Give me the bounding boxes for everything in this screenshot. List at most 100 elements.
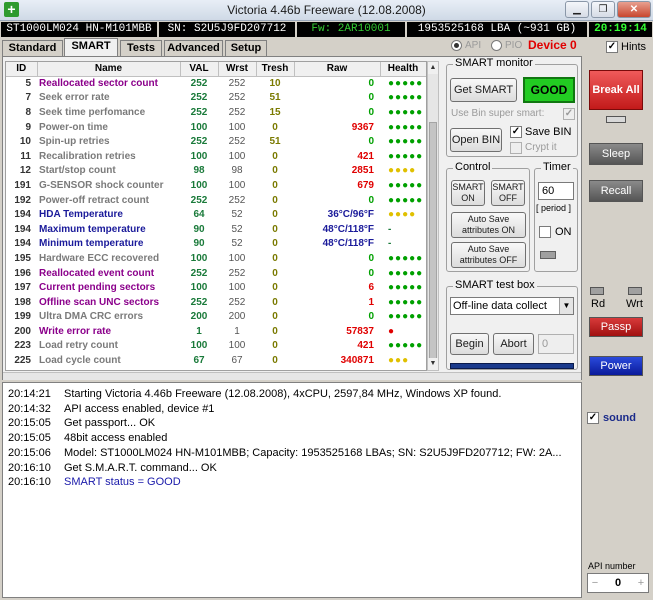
column-header-health[interactable]: Health [380, 62, 426, 77]
table-vertical-scrollbar[interactable]: ▲ ▼ [427, 61, 439, 371]
break-all-button[interactable]: Break All [589, 70, 643, 110]
sleep-button[interactable]: Sleep [589, 143, 643, 165]
minimize-button[interactable]: ▁ [565, 1, 589, 18]
recall-button[interactable]: Recall [589, 180, 643, 202]
log-entry: 20:15:05 48bit access enabled [8, 432, 167, 446]
open-bin-button[interactable]: Open BIN [450, 128, 502, 152]
smart-name: Power-on time [39, 121, 108, 133]
column-header-tresh[interactable]: Tresh [256, 62, 295, 77]
api-radio[interactable] [451, 40, 462, 51]
smart-off-button[interactable]: SMART OFF [491, 180, 525, 206]
smart-id: 192 [14, 194, 31, 206]
scrollbar-thumb[interactable] [429, 122, 437, 362]
table-row[interactable]: 196 Reallocated event count 252 252 0 0 ●●●●● [6, 266, 426, 281]
table-row[interactable]: 194 HDA Temperature 64 52 0 36°C/96°F ●●●● [6, 207, 426, 222]
column-header-wrst[interactable]: Wrst [218, 62, 257, 77]
table-header-row: ID Name VAL Wrst Tresh Raw Health [6, 62, 426, 77]
get-smart-button[interactable]: Get SMART [450, 78, 517, 102]
smart-raw: 0 [368, 92, 374, 104]
sound-checkbox[interactable]: ✓ [587, 412, 599, 424]
smart-worst: 100 [228, 252, 246, 264]
scroll-down-arrow-icon[interactable]: ▼ [428, 358, 438, 370]
hints-checkbox[interactable]: ✓ [606, 41, 618, 53]
smart-worst: 100 [228, 340, 246, 352]
table-row[interactable]: 200 Write error rate 1 1 0 57837 ● [6, 324, 426, 339]
log-time: 20:15:05 [8, 417, 51, 430]
table-row[interactable]: 7 Seek error rate 252 252 51 0 ●●●●● [6, 91, 426, 106]
abort-test-button[interactable]: Abort [493, 333, 534, 355]
smart-raw: 340871 [340, 355, 374, 367]
smart-val: 100 [190, 282, 208, 294]
table-row[interactable]: 194 Maximum temperature 90 52 0 48°C/118°F - [6, 222, 426, 237]
table-row[interactable]: 197 Current pending sectors 100 100 0 6 ●●●●● [6, 280, 426, 295]
minus-icon[interactable]: − [588, 574, 602, 592]
column-header-raw[interactable]: Raw [294, 62, 381, 77]
table-row[interactable]: 195 Hardware ECC recovered 100 100 0 0 ●●●●● [6, 251, 426, 266]
smart-threshold: 15 [269, 106, 281, 118]
tab-setup[interactable]: Setup [225, 40, 267, 56]
smart-name: Hardware ECC recovered [39, 252, 160, 264]
smart-name: G-SENSOR shock counter [39, 179, 164, 191]
smart-test-title: SMART test box [453, 279, 537, 291]
table-row[interactable]: 194 Minimum temperature 90 52 0 48°C/118°F - [6, 237, 426, 252]
save-bin-checkbox[interactable]: ✓ [510, 126, 522, 138]
table-row[interactable]: 223 Load retry count 100 100 0 421 ●●●●● [6, 339, 426, 354]
table-row[interactable]: 9 Power-on time 100 100 0 9367 ●●●●● [6, 120, 426, 135]
log-time: 20:16:10 [8, 461, 51, 474]
api-number-stepper[interactable]: − 0 + [587, 573, 649, 593]
smart-threshold: 0 [272, 340, 278, 352]
smart-name: Current pending sectors [39, 282, 156, 294]
table-row[interactable]: 8 Seek time perfomance 252 252 15 0 ●●●●● [6, 105, 426, 120]
timer-period-input[interactable]: 60 [538, 182, 574, 200]
smart-threshold: 0 [272, 267, 278, 279]
plus-icon[interactable]: + [634, 574, 648, 592]
table-row[interactable]: 191 G-SENSOR shock counter 100 100 0 679 ●●●●● [6, 178, 426, 193]
timer-period-label: [ period ] [536, 203, 572, 213]
log-message: Starting Victoria 4.46b Freeware (12.08.… [64, 388, 502, 400]
smart-on-button[interactable]: SMART ON [451, 180, 485, 206]
table-row[interactable]: 11 Recalibration retries 100 100 0 421 ●●●●● [6, 149, 426, 164]
read-label: Rd [591, 298, 606, 310]
test-type-select[interactable]: Off-line data collect ▼ [450, 297, 574, 315]
table-row[interactable]: 192 Power-off retract count 252 252 0 0 ●●●●● [6, 193, 426, 208]
autosave-on-button[interactable]: Auto Save attributes ON [451, 212, 526, 238]
smart-id: 12 [19, 165, 31, 177]
tab-smart[interactable]: SMART [64, 38, 118, 57]
begin-test-button[interactable]: Begin [450, 333, 489, 355]
smart-val: 252 [190, 136, 208, 148]
title-bar: + Victoria 4.46b Freeware (12.08.2008) ▁… [0, 0, 653, 21]
smart-raw: 6 [368, 282, 374, 294]
close-button[interactable]: ✕ [617, 1, 651, 18]
table-row[interactable]: 10 Spin-up retries 252 252 51 0 ●●●●● [6, 134, 426, 149]
column-header-id[interactable]: ID [6, 62, 38, 77]
chevron-down-icon[interactable]: ▼ [559, 298, 573, 314]
maximize-button[interactable]: ❐ [591, 1, 615, 18]
table-row[interactable]: 199 Ultra DMA CRC errors 200 200 0 0 ●●●●● [6, 310, 426, 325]
drive-model: ST1000LM024 HN-M101MBB [1, 22, 157, 37]
smart-name: HDA Temperature [39, 209, 123, 221]
table-row[interactable]: 5 Reallocated sector count 252 252 10 0 ●●●●● [6, 76, 426, 91]
passport-button[interactable]: Passp [589, 317, 643, 337]
table-row[interactable]: 225 Load cycle count 67 67 0 340871 ●●● [6, 353, 426, 368]
smart-worst: 52 [231, 238, 243, 250]
table-row[interactable]: 12 Start/stop count 98 98 0 2851 ●●●● [6, 164, 426, 179]
crypt-checkbox[interactable] [510, 142, 522, 154]
tab-standard[interactable]: Standard [2, 40, 63, 56]
tab-advanced[interactable]: Advanced [164, 40, 223, 56]
column-header-val[interactable]: VAL [180, 62, 219, 77]
drive-info-bar: ST1000LM024 HN-M101MBB SN: S2U5J9FD20771… [0, 21, 653, 37]
pio-radio[interactable] [491, 40, 502, 51]
smart-id: 7 [25, 92, 31, 104]
tab-tests[interactable]: Tests [120, 40, 162, 56]
table-row[interactable]: 198 Offline scan UNC sectors 252 252 0 1 ●●●●● [6, 295, 426, 310]
pio-radio-label: PIO [505, 40, 523, 51]
scroll-up-arrow-icon[interactable]: ▲ [428, 62, 438, 74]
smart-threshold: 0 [272, 355, 278, 367]
use-bin-checkbox[interactable]: ✓ [563, 108, 575, 120]
column-header-name[interactable]: Name [37, 62, 181, 77]
panel-horizontal-scrollbar[interactable] [3, 372, 581, 380]
smart-threshold: 0 [272, 194, 278, 206]
power-button[interactable]: Power [589, 356, 643, 376]
timer-on-checkbox[interactable] [539, 226, 551, 238]
autosave-off-button[interactable]: Auto Save attributes OFF [451, 242, 526, 268]
